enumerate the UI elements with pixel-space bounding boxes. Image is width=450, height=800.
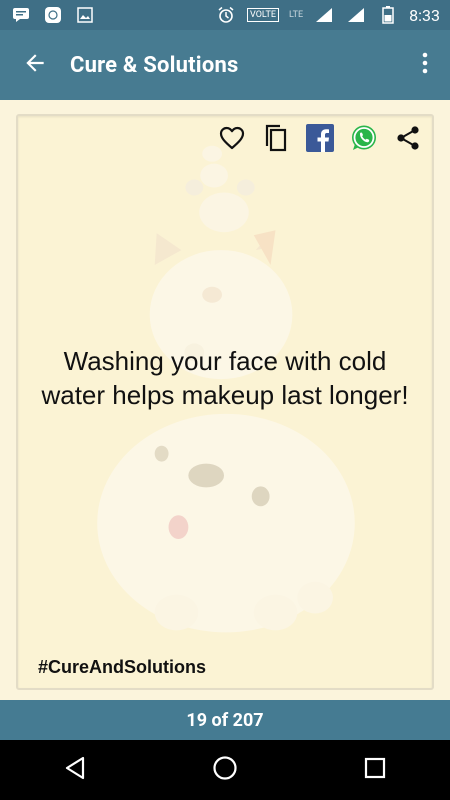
nav-home-button[interactable] [195,740,255,800]
more-vert-icon [422,52,428,78]
alarm-icon [215,6,237,24]
status-time: 8:33 [409,5,440,25]
app-toolbar: Cure & Solutions [0,30,450,100]
overflow-menu-button[interactable] [400,30,450,100]
pager-footer: 19 of 207 [0,700,450,740]
nav-recents-button[interactable] [345,740,405,800]
page-counter: 19 of 207 [186,709,264,731]
whatsapp-icon[interactable] [350,124,378,152]
lte-indicator: LTE [289,10,304,20]
message-icon [10,6,32,24]
nav-recents-icon [364,757,386,783]
card-actions [218,124,422,152]
signal-icon [345,6,367,24]
status-right: VOLTE LTE 8:33 [215,6,440,25]
volte-badge: VOLTE [247,8,280,22]
nav-back-button[interactable] [45,740,105,800]
content-area: Washing your face with cold water helps … [0,100,450,700]
signal-icon [313,6,335,24]
heart-icon[interactable] [218,124,246,152]
nav-home-icon [212,755,238,785]
nav-back-icon [64,756,86,784]
battery-icon [377,6,399,24]
quote-text: Washing your face with cold water helps … [41,346,409,410]
share-icon[interactable] [394,124,422,152]
quote-card[interactable]: Washing your face with cold water helps … [16,114,434,690]
system-nav-bar [0,740,450,800]
page-title: Cure & Solutions [70,52,239,78]
back-arrow-icon [22,50,48,80]
app-icon [42,6,64,24]
facebook-icon[interactable] [306,124,334,152]
status-bar: VOLTE LTE 8:33 [0,0,450,30]
copy-icon[interactable] [262,124,290,152]
back-button[interactable] [0,30,70,100]
hashtag-text: #CureAndSolutions [38,657,207,677]
status-left [10,6,96,24]
image-icon [74,6,96,24]
